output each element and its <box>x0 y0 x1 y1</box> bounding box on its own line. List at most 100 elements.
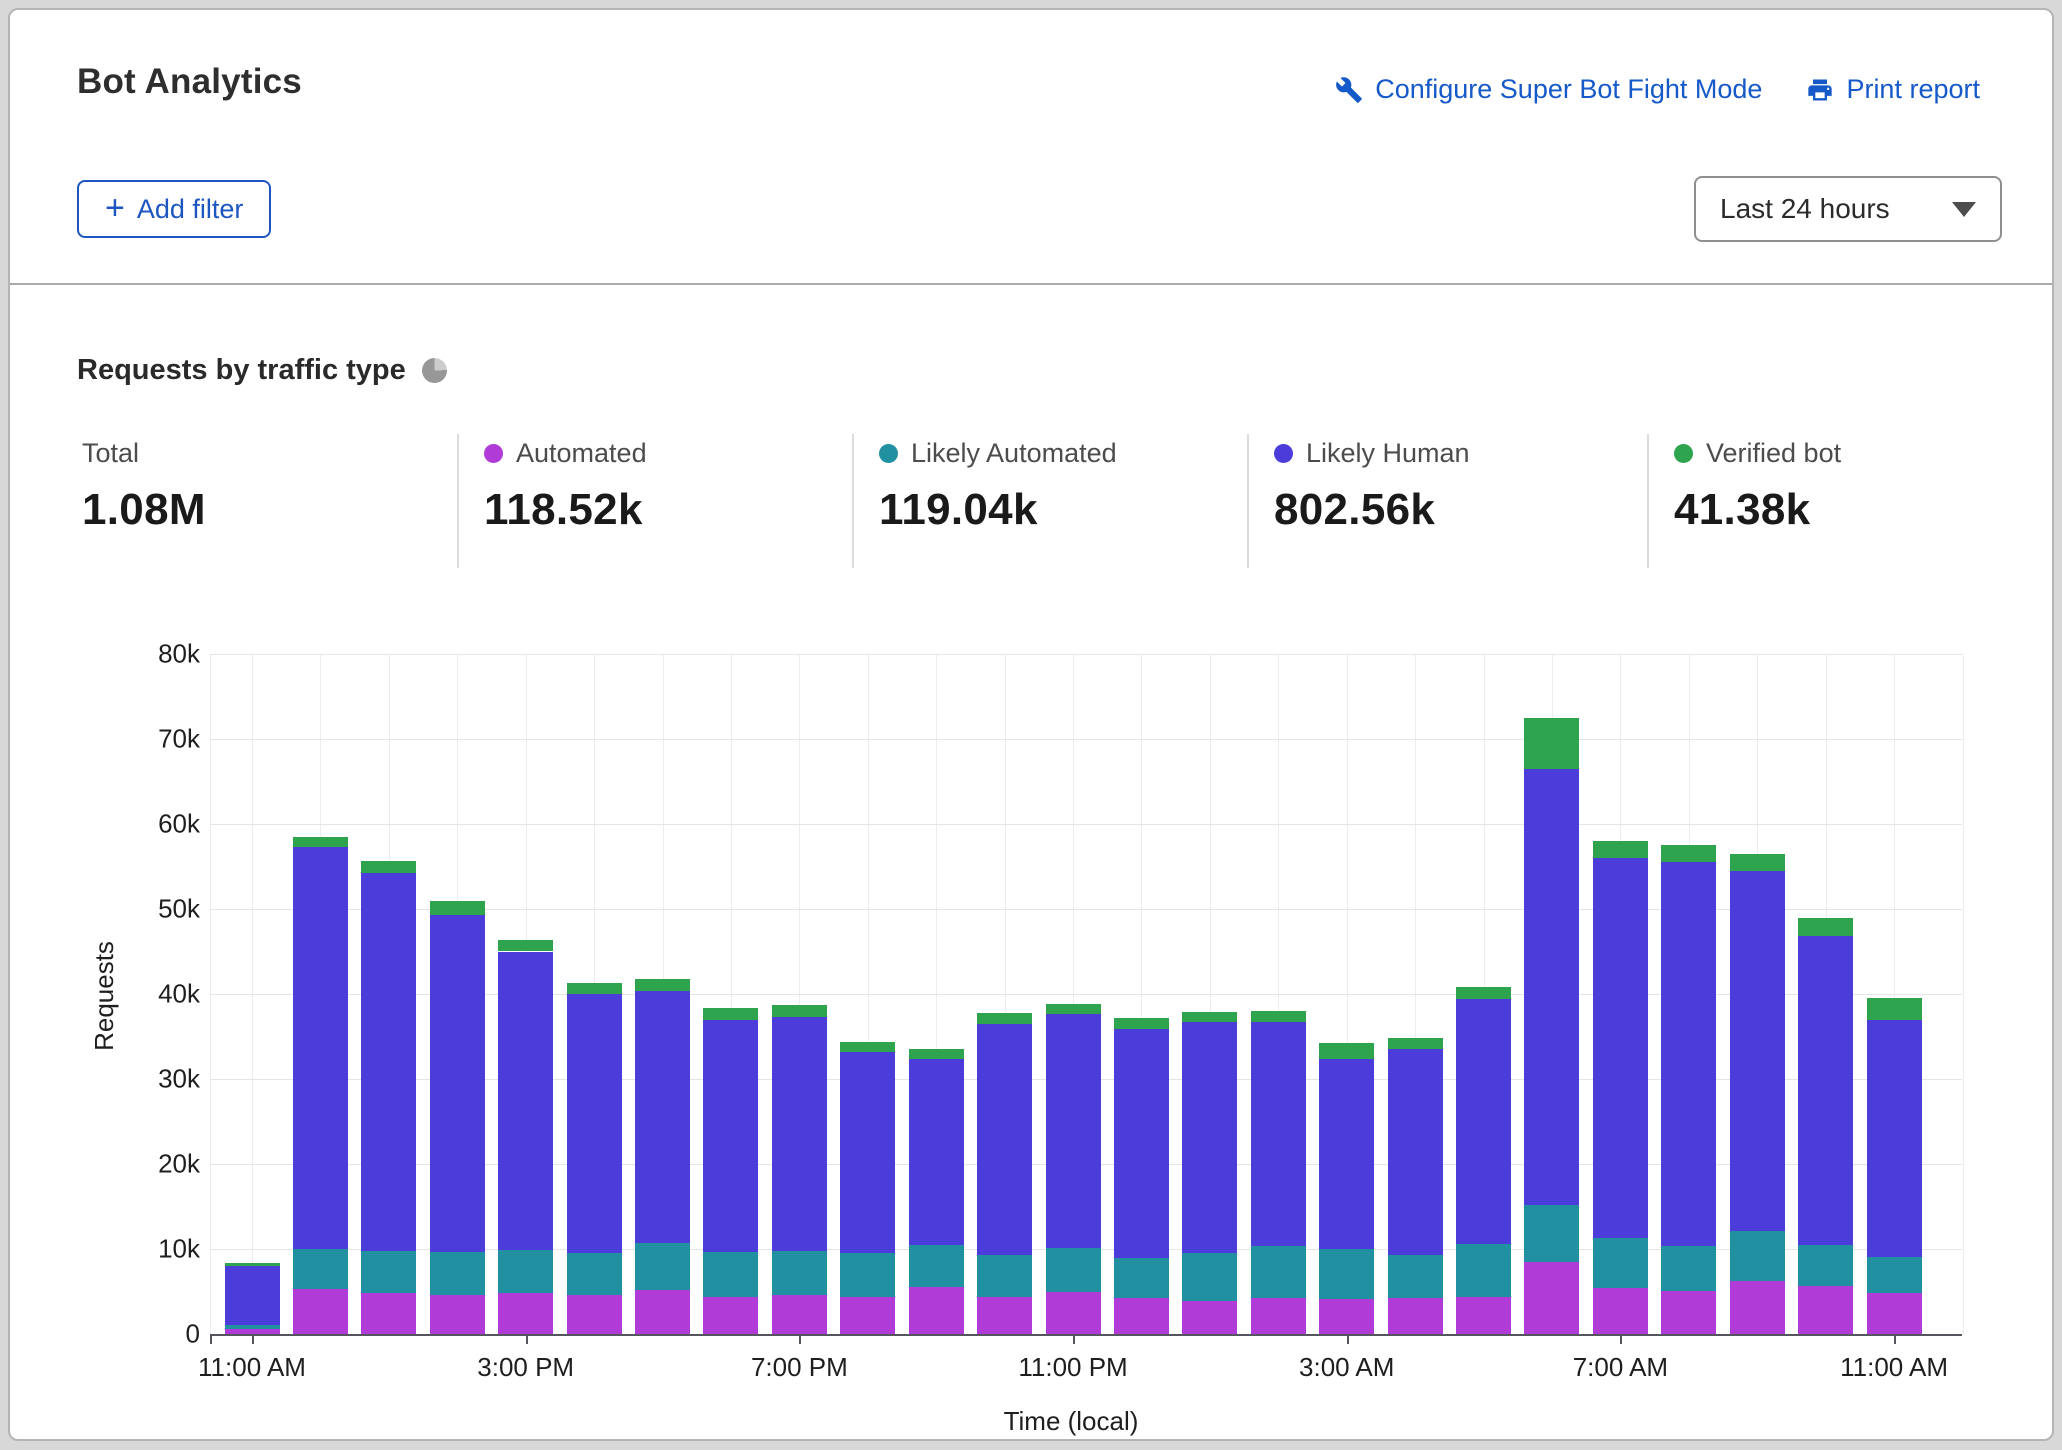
chart-gridline-horizontal <box>210 1079 1962 1080</box>
y-axis-tick-label: 10k <box>90 1234 200 1265</box>
bar-segment-verified-bot <box>977 1013 1032 1024</box>
bar-segment-likely-human <box>225 1266 280 1325</box>
x-axis-tick <box>799 1336 801 1344</box>
bar-segment-likely-automated <box>498 1250 553 1293</box>
verified-bot-legend-dot <box>1674 444 1693 463</box>
bar-segment-likely-human <box>498 952 553 1250</box>
bar-segment-likely-human <box>1867 1020 1922 1257</box>
bar-segment-likely-automated <box>430 1252 485 1295</box>
bar-segment-verified-bot <box>1182 1012 1237 1022</box>
bar-segment-likely-human <box>361 873 416 1250</box>
bar-segment-verified-bot <box>1798 918 1853 937</box>
bar-segment-likely-automated <box>1798 1245 1853 1287</box>
bar-segment-automated <box>1593 1288 1648 1334</box>
bar-segment-verified-bot <box>1456 987 1511 999</box>
chart-gridline-vertical <box>799 654 800 1334</box>
chart-gridline-vertical <box>457 654 458 1334</box>
bar-segment-likely-automated <box>840 1253 895 1296</box>
header-divider <box>10 283 2052 285</box>
bar-segment-verified-bot <box>1319 1043 1374 1058</box>
bar-segment-automated <box>977 1297 1032 1334</box>
chart-gridline-vertical <box>1141 654 1142 1334</box>
bar-segment-likely-automated <box>1319 1249 1374 1299</box>
bar-segment-likely-automated <box>293 1249 348 1289</box>
bar-segment-likely-automated <box>1046 1248 1101 1292</box>
bar-segment-likely-human <box>1114 1029 1169 1259</box>
add-filter-label: Add filter <box>137 194 244 225</box>
bar-segment-likely-automated <box>1182 1253 1237 1301</box>
bar-segment-likely-human <box>1798 936 1853 1245</box>
stat-total-label: Total <box>82 438 139 469</box>
print-link-label: Print report <box>1846 74 1980 105</box>
chart-gridline-vertical <box>936 654 937 1334</box>
bar-segment-likely-human <box>840 1052 895 1253</box>
bar-segment-automated <box>361 1293 416 1334</box>
stat-automated: Automated 118.52k <box>484 438 647 535</box>
x-axis-tick-label: 3:00 AM <box>1299 1352 1394 1383</box>
bar-segment-likely-human <box>1251 1022 1306 1246</box>
stat-divider <box>457 434 459 568</box>
print-report-link[interactable]: Print report <box>1806 74 1980 105</box>
bar-segment-verified-bot <box>772 1005 827 1017</box>
x-axis-tick <box>1620 1336 1622 1344</box>
bar-segment-likely-human <box>1182 1022 1237 1253</box>
bar-segment-likely-human <box>1524 769 1579 1205</box>
bar-segment-automated <box>909 1287 964 1334</box>
bar-segment-likely-automated <box>1730 1231 1785 1281</box>
stat-likely-human: Likely Human 802.56k <box>1274 438 1470 535</box>
bar-segment-automated <box>1046 1292 1101 1334</box>
bar-segment-likely-automated <box>703 1252 758 1296</box>
chart-gridline-vertical <box>1073 654 1074 1334</box>
x-axis-tick-label: 11:00 AM <box>1840 1352 1948 1383</box>
bar-segment-likely-automated <box>1524 1205 1579 1262</box>
stat-likely-automated: Likely Automated 119.04k <box>879 438 1117 535</box>
x-axis-tick <box>526 1336 528 1344</box>
x-axis-tick-label: 11:00 PM <box>1018 1352 1127 1383</box>
chart-gridline-vertical <box>1757 654 1758 1334</box>
x-axis-tick <box>210 1336 212 1344</box>
stat-automated-value: 118.52k <box>484 485 647 535</box>
configure-link-label: Configure Super Bot Fight Mode <box>1375 74 1762 105</box>
chart-gridline-horizontal <box>210 994 1962 995</box>
bar-segment-likely-automated <box>909 1245 964 1288</box>
bar-segment-likely-automated <box>361 1251 416 1294</box>
bar-segment-verified-bot <box>1388 1038 1443 1049</box>
chart-gridline-vertical <box>1484 654 1485 1334</box>
x-axis-tick-label: 7:00 PM <box>751 1352 848 1383</box>
chart-gridline-vertical <box>1963 654 1964 1334</box>
bar-segment-automated <box>1867 1293 1922 1334</box>
time-range-dropdown[interactable]: Last 24 hours <box>1694 176 2002 242</box>
bar-segment-likely-human <box>703 1020 758 1252</box>
chart-gridline-horizontal <box>210 909 1962 910</box>
chart-gridline-vertical <box>1894 654 1895 1334</box>
bar-segment-likely-automated <box>1114 1258 1169 1298</box>
x-axis-tick <box>1894 1336 1896 1344</box>
bar-segment-automated <box>430 1295 485 1334</box>
stat-total-value: 1.08M <box>82 485 206 535</box>
bar-segment-likely-human <box>1388 1049 1443 1255</box>
bot-analytics-card: Bot Analytics Configure Super Bot Fight … <box>8 8 2054 1441</box>
chart-gridline-vertical <box>1347 654 1348 1334</box>
bar-segment-likely-human <box>1661 862 1716 1246</box>
bar-segment-automated <box>1524 1262 1579 1334</box>
chart-gridline-vertical <box>731 654 732 1334</box>
bar-segment-automated <box>772 1295 827 1334</box>
x-axis-tick-label: 11:00 AM <box>198 1352 306 1383</box>
chart-gridline-vertical <box>1005 654 1006 1334</box>
configure-super-bot-fight-mode-link[interactable]: Configure Super Bot Fight Mode <box>1335 74 1762 105</box>
y-axis-tick-label: 80k <box>90 639 200 670</box>
chart-gridline-vertical <box>1278 654 1279 1334</box>
x-axis-tick <box>252 1336 254 1344</box>
bar-segment-verified-bot <box>1114 1018 1169 1029</box>
bar-segment-automated <box>498 1293 553 1334</box>
stat-likely-automated-value: 119.04k <box>879 485 1117 535</box>
chart-gridline-vertical <box>1552 654 1553 1334</box>
bar-segment-likely-human <box>1593 858 1648 1238</box>
add-filter-button[interactable]: + Add filter <box>77 180 271 238</box>
bar-segment-likely-human <box>1730 871 1785 1231</box>
stat-divider <box>852 434 854 568</box>
bar-segment-automated <box>1730 1281 1785 1334</box>
y-axis-tick-label: 50k <box>90 894 200 925</box>
bar-segment-automated <box>293 1289 348 1334</box>
header-actions: Configure Super Bot Fight Mode Print rep… <box>1335 74 1980 105</box>
